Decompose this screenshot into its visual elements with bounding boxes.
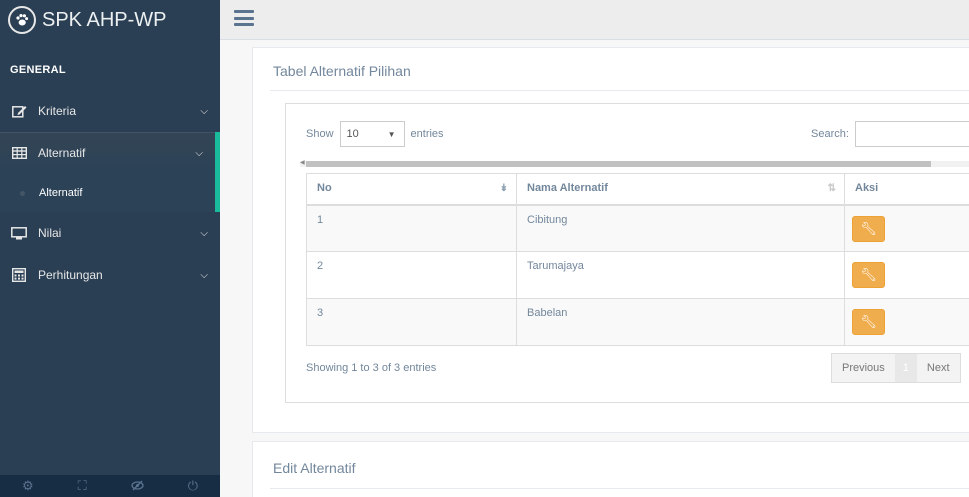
table-row: 3 Babelan 🔧︎ xyxy=(306,298,969,346)
sidebar-item-label: Alternatif xyxy=(38,146,86,160)
sidebar-item-nilai[interactable]: Nilai ⌵ xyxy=(0,212,220,254)
cell-nama: Babelan xyxy=(516,298,845,346)
sidebar-item-label: Nilai xyxy=(38,226,62,240)
cell-nama: Cibitung xyxy=(516,204,845,252)
column-header-no[interactable]: No ↡ xyxy=(306,173,517,206)
scrollbar-thumb[interactable] xyxy=(306,161,931,167)
pagination: Previous 1 Next xyxy=(831,353,961,383)
sort-asc-icon: ↡ xyxy=(499,183,508,194)
panel-title: Tabel Alternatif Pilihan xyxy=(273,63,411,79)
search-input[interactable] xyxy=(854,121,969,147)
horizontal-scrollbar[interactable]: ◀ xyxy=(300,159,969,167)
bullet-icon xyxy=(20,190,25,196)
edit-alternatif-panel: Edit Alternatif xyxy=(252,441,969,497)
search-control: Search: xyxy=(811,121,969,147)
alternatif-table: No ↡ Nama Alternatif ⇅ Aksi⇅ 1 Cibitung 🔧︎… xyxy=(306,173,969,346)
submenu-item-alternatif[interactable]: Alternatif xyxy=(0,174,220,212)
side-menu: Kriteria ⌵ Alternatif ⌵ Alternatif Nilai… xyxy=(0,90,220,296)
edit-icon xyxy=(10,105,28,118)
column-header-aksi[interactable]: Aksi⇅ xyxy=(844,173,969,206)
divider xyxy=(270,488,969,489)
edit-button[interactable]: 🔧︎ xyxy=(852,215,885,242)
chevron-down-icon: ⌵ xyxy=(200,269,208,281)
brand[interactable]: SPK AHP-WP xyxy=(0,0,220,40)
top-nav xyxy=(220,0,969,40)
scroll-left-icon[interactable]: ◀ xyxy=(300,159,305,166)
chevron-down-icon: ⌵ xyxy=(200,227,208,239)
length-control: Show 10 ▼ entries xyxy=(306,121,444,147)
edit-button[interactable]: 🔧︎ xyxy=(852,262,885,288)
calculator-icon xyxy=(10,268,28,282)
power-icon[interactable]: ⏻ xyxy=(188,478,198,494)
caret-down-icon: ▼ xyxy=(387,129,396,139)
section-title: GENERAL xyxy=(10,64,66,76)
column-header-nama[interactable]: Nama Alternatif ⇅ xyxy=(516,173,845,206)
alternatif-table-panel: Tabel Alternatif Pilihan Show 10 ▼ entri… xyxy=(252,47,969,433)
divider xyxy=(270,90,969,91)
paw-icon xyxy=(8,6,36,34)
length-label: Show xyxy=(306,128,334,140)
menu-toggle-icon[interactable] xyxy=(234,10,254,26)
sort-icon: ⇅ xyxy=(827,183,836,194)
length-value: 10 xyxy=(346,128,359,140)
cell-no: 1 xyxy=(306,204,517,252)
eye-slash-icon[interactable] xyxy=(131,479,144,494)
wrench-icon: 🔧︎ xyxy=(860,267,877,282)
column-header-label: Aksi xyxy=(855,182,879,194)
submenu-item-label: Alternatif xyxy=(39,187,83,199)
panel-title: Edit Alternatif xyxy=(273,460,356,476)
fullscreen-icon[interactable]: ⛶ xyxy=(78,478,87,494)
cell-aksi: 🔧︎ xyxy=(844,204,969,252)
cell-nama: Tarumajaya xyxy=(516,251,845,299)
sidebar-item-alternatif[interactable]: Alternatif ⌵ xyxy=(0,132,220,174)
table-icon xyxy=(10,147,28,159)
desktop-icon xyxy=(10,226,28,240)
edit-button[interactable]: 🔧︎ xyxy=(852,309,885,335)
table-row: 2 Tarumajaya 🔧︎ xyxy=(306,251,969,299)
table-info: Showing 1 to 3 of 3 entries xyxy=(306,362,437,374)
sidebar-item-perhitungan[interactable]: Perhitungan ⌵ xyxy=(0,254,220,296)
cell-no: 2 xyxy=(306,251,517,299)
search-label: Search: xyxy=(811,128,849,140)
sidebar-item-kriteria[interactable]: Kriteria ⌵ xyxy=(0,90,220,132)
column-header-label: Nama Alternatif xyxy=(527,182,608,194)
page-1-button[interactable]: 1 xyxy=(894,354,917,382)
gear-icon[interactable]: ⚙ xyxy=(22,478,34,494)
wrench-icon: 🔧︎ xyxy=(860,314,877,329)
chevron-down-icon: ⌵ xyxy=(200,105,208,117)
previous-button[interactable]: Previous xyxy=(832,354,895,382)
datatable-wrapper: Show 10 ▼ entries Search: ◀ No ↡ Nama Alt… xyxy=(285,103,969,403)
table-row: 1 Cibitung 🔧︎ xyxy=(306,204,969,252)
length-select[interactable]: 10 ▼ xyxy=(339,121,405,147)
chevron-down-icon: ⌵ xyxy=(195,147,203,159)
sidebar-footer: ⚙ ⛶ ⏻ xyxy=(0,475,220,497)
cell-aksi: 🔧︎ xyxy=(844,251,969,299)
length-label-suffix: entries xyxy=(410,128,444,140)
app-title: SPK AHP-WP xyxy=(42,8,167,31)
table-header-row: No ↡ Nama Alternatif ⇅ Aksi⇅ xyxy=(306,173,969,206)
cell-aksi: 🔧︎ xyxy=(844,298,969,346)
wrench-icon: 🔧︎ xyxy=(860,220,877,236)
column-header-label: No xyxy=(317,182,332,194)
sidebar-item-label: Kriteria xyxy=(38,104,77,118)
sidebar: SPK AHP-WP GENERAL Kriteria ⌵ Alternatif… xyxy=(0,0,220,497)
next-button[interactable]: Next xyxy=(917,354,960,382)
cell-no: 3 xyxy=(306,298,517,346)
sidebar-item-label: Perhitungan xyxy=(38,268,103,282)
